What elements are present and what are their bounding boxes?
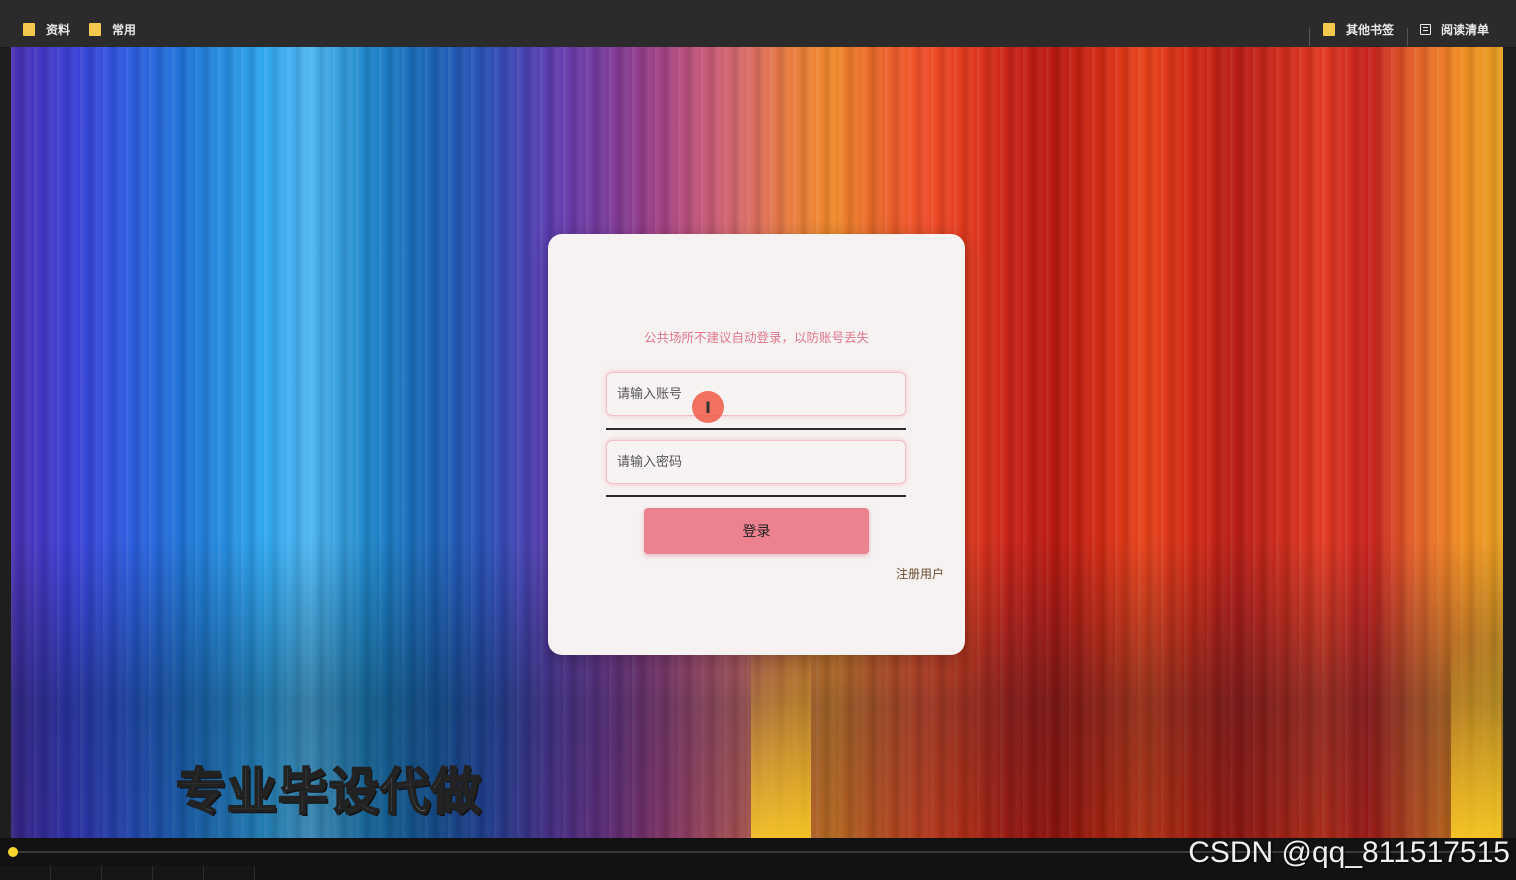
bookmarks-separator [1407,28,1408,46]
login-notice: 公共场所不建议自动登录，以防账号丢失 [643,330,869,345]
reading-list-icon [1420,23,1431,35]
login-button[interactable]: 登录 [644,508,869,554]
folder-icon [23,22,35,36]
page-background: 公共场所不建议自动登录，以防账号丢失 登录 注册用户 I 专业毕设代做 [11,47,1503,838]
reading-list-label: 阅读清单 [1441,22,1490,37]
bookmarks-separator [1309,28,1310,46]
player-segment [204,866,255,880]
promo-banner-text: 专业毕设代做 [175,762,482,822]
bookmark-ziliao[interactable]: 资料 [23,20,70,38]
player-segment [102,866,153,880]
text-cursor-icon: I [692,391,724,423]
account-underline [606,428,906,430]
light-streak [751,638,811,838]
password-input[interactable] [606,440,906,484]
register-link[interactable]: 注册用户 [896,565,944,582]
bookmark-changyong[interactable]: 常用 [89,20,136,38]
bookmarks-bar: 资料 常用 其他书签 阅读清单 [0,10,1516,48]
password-underline [606,495,906,497]
login-card: 公共场所不建议自动登录，以防账号丢失 登录 注册用户 I [548,234,965,655]
progress-handle[interactable] [8,847,18,857]
player-segment [51,866,102,880]
light-streak [1451,638,1501,838]
bookmark-label: 其他书签 [1346,22,1395,37]
reading-list-button[interactable]: 阅读清单 [1420,20,1489,38]
player-segment [0,866,51,880]
account-input[interactable] [606,372,906,416]
bookmark-label: 常用 [112,22,137,37]
player-segment [153,866,204,880]
folder-icon [1323,22,1335,36]
browser-top-strip [0,0,1516,10]
bookmark-label: 资料 [46,22,71,37]
csdn-watermark: CSDN @qq_811517515 [1188,836,1510,869]
folder-icon [89,22,101,36]
bookmark-other[interactable]: 其他书签 [1323,20,1394,38]
